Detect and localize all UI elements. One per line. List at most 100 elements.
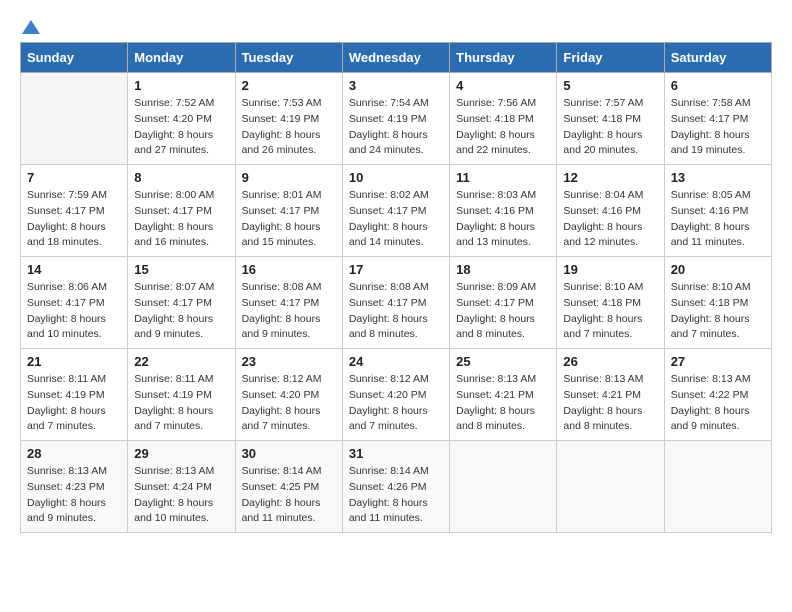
day-info: Sunrise: 8:10 AMSunset: 4:18 PMDaylight:… xyxy=(563,280,657,343)
col-header-friday: Friday xyxy=(557,43,664,73)
calendar-cell: 13 Sunrise: 8:05 AMSunset: 4:16 PMDayligh… xyxy=(664,165,771,257)
day-number: 21 xyxy=(27,354,121,369)
day-number: 23 xyxy=(242,354,336,369)
day-info: Sunrise: 7:54 AMSunset: 4:19 PMDaylight:… xyxy=(349,96,443,159)
calendar-cell xyxy=(450,441,557,533)
week-row-2: 7 Sunrise: 7:59 AMSunset: 4:17 PMDaylight… xyxy=(21,165,772,257)
calendar-cell: 28 Sunrise: 8:13 AMSunset: 4:23 PMDayligh… xyxy=(21,441,128,533)
calendar-cell: 9Sunrise: 8:01 AMSunset: 4:17 PMDaylight… xyxy=(235,165,342,257)
day-number: 5 xyxy=(563,78,657,93)
day-number: 7 xyxy=(27,170,121,185)
day-info: Sunrise: 8:10 AMSunset: 4:18 PMDaylight:… xyxy=(671,280,765,343)
day-info: Sunrise: 8:01 AMSunset: 4:17 PMDaylight:… xyxy=(242,188,336,251)
calendar-cell: 10Sunrise: 8:02 AMSunset: 4:17 PMDayligh… xyxy=(342,165,449,257)
calendar-cell xyxy=(664,441,771,533)
day-info: Sunrise: 7:58 AMSunset: 4:17 PMDaylight:… xyxy=(671,96,765,159)
day-info: Sunrise: 8:11 AMSunset: 4:19 PMDaylight:… xyxy=(134,372,228,435)
calendar-cell: 4 Sunrise: 7:56 AMSunset: 4:18 PMDaylight… xyxy=(450,73,557,165)
calendar-cell: 22 Sunrise: 8:11 AMSunset: 4:19 PMDayligh… xyxy=(128,349,235,441)
calendar-cell: 30 Sunrise: 8:14 AMSunset: 4:25 PMDayligh… xyxy=(235,441,342,533)
calendar-cell: 18 Sunrise: 8:09 AMSunset: 4:17 PMDayligh… xyxy=(450,257,557,349)
day-info: Sunrise: 7:52 AMSunset: 4:20 PMDaylight:… xyxy=(134,96,228,159)
calendar-cell: 29 Sunrise: 8:13 AMSunset: 4:24 PMDayligh… xyxy=(128,441,235,533)
day-number: 15 xyxy=(134,262,228,277)
day-info: Sunrise: 8:05 AMSunset: 4:16 PMDaylight:… xyxy=(671,188,765,251)
week-row-4: 21 Sunrise: 8:11 AMSunset: 4:19 PMDayligh… xyxy=(21,349,772,441)
day-info: Sunrise: 8:11 AMSunset: 4:19 PMDaylight:… xyxy=(27,372,121,435)
day-number: 28 xyxy=(27,446,121,461)
day-number: 31 xyxy=(349,446,443,461)
day-info: Sunrise: 8:14 AMSunset: 4:26 PMDaylight:… xyxy=(349,464,443,527)
day-number: 17 xyxy=(349,262,443,277)
calendar-cell xyxy=(21,73,128,165)
day-info: Sunrise: 8:08 AMSunset: 4:17 PMDaylight:… xyxy=(349,280,443,343)
col-header-wednesday: Wednesday xyxy=(342,43,449,73)
day-info: Sunrise: 8:13 AMSunset: 4:23 PMDaylight:… xyxy=(27,464,121,527)
day-number: 19 xyxy=(563,262,657,277)
day-number: 30 xyxy=(242,446,336,461)
col-header-saturday: Saturday xyxy=(664,43,771,73)
col-header-sunday: Sunday xyxy=(21,43,128,73)
day-number: 18 xyxy=(456,262,550,277)
calendar-cell: 15Sunrise: 8:07 AMSunset: 4:17 PMDayligh… xyxy=(128,257,235,349)
day-number: 4 xyxy=(456,78,550,93)
day-number: 2 xyxy=(242,78,336,93)
day-number: 8 xyxy=(134,170,228,185)
calendar-cell: 11 Sunrise: 8:03 AMSunset: 4:16 PMDayligh… xyxy=(450,165,557,257)
day-number: 29 xyxy=(134,446,228,461)
day-number: 24 xyxy=(349,354,443,369)
calendar-cell: 6 Sunrise: 7:58 AMSunset: 4:17 PMDaylight… xyxy=(664,73,771,165)
col-header-monday: Monday xyxy=(128,43,235,73)
day-number: 13 xyxy=(671,170,765,185)
calendar-cell: 3 Sunrise: 7:54 AMSunset: 4:19 PMDaylight… xyxy=(342,73,449,165)
day-number: 3 xyxy=(349,78,443,93)
day-info: Sunrise: 8:13 AMSunset: 4:22 PMDaylight:… xyxy=(671,372,765,435)
col-header-thursday: Thursday xyxy=(450,43,557,73)
week-row-3: 14Sunrise: 8:06 AMSunset: 4:17 PMDayligh… xyxy=(21,257,772,349)
day-info: Sunrise: 7:53 AMSunset: 4:19 PMDaylight:… xyxy=(242,96,336,159)
calendar-cell: 16Sunrise: 8:08 AMSunset: 4:17 PMDayligh… xyxy=(235,257,342,349)
calendar-cell: 31 Sunrise: 8:14 AMSunset: 4:26 PMDayligh… xyxy=(342,441,449,533)
day-number: 26 xyxy=(563,354,657,369)
day-number: 1 xyxy=(134,78,228,93)
day-info: Sunrise: 8:08 AMSunset: 4:17 PMDaylight:… xyxy=(242,280,336,343)
day-number: 22 xyxy=(134,354,228,369)
day-info: Sunrise: 7:59 AMSunset: 4:17 PMDaylight:… xyxy=(27,188,121,251)
calendar-cell: 27 Sunrise: 8:13 AMSunset: 4:22 PMDayligh… xyxy=(664,349,771,441)
calendar-cell: 5 Sunrise: 7:57 AMSunset: 4:18 PMDaylight… xyxy=(557,73,664,165)
calendar-cell xyxy=(557,441,664,533)
calendar-cell: 12Sunrise: 8:04 AMSunset: 4:16 PMDayligh… xyxy=(557,165,664,257)
col-header-tuesday: Tuesday xyxy=(235,43,342,73)
calendar-cell: 25Sunrise: 8:13 AMSunset: 4:21 PMDayligh… xyxy=(450,349,557,441)
day-info: Sunrise: 7:56 AMSunset: 4:18 PMDaylight:… xyxy=(456,96,550,159)
calendar-cell: 23 Sunrise: 8:12 AMSunset: 4:20 PMDayligh… xyxy=(235,349,342,441)
day-number: 12 xyxy=(563,170,657,185)
calendar-table: SundayMondayTuesdayWednesdayThursdayFrid… xyxy=(20,42,772,533)
day-number: 27 xyxy=(671,354,765,369)
day-info: Sunrise: 8:00 AMSunset: 4:17 PMDaylight:… xyxy=(134,188,228,251)
day-info: Sunrise: 8:12 AMSunset: 4:20 PMDaylight:… xyxy=(349,372,443,435)
day-info: Sunrise: 8:12 AMSunset: 4:20 PMDaylight:… xyxy=(242,372,336,435)
day-info: Sunrise: 8:13 AMSunset: 4:24 PMDaylight:… xyxy=(134,464,228,527)
day-info: Sunrise: 8:09 AMSunset: 4:17 PMDaylight:… xyxy=(456,280,550,343)
day-info: Sunrise: 8:02 AMSunset: 4:17 PMDaylight:… xyxy=(349,188,443,251)
day-number: 11 xyxy=(456,170,550,185)
day-number: 25 xyxy=(456,354,550,369)
calendar-cell: 19 Sunrise: 8:10 AMSunset: 4:18 PMDayligh… xyxy=(557,257,664,349)
calendar-cell: 7 Sunrise: 7:59 AMSunset: 4:17 PMDaylight… xyxy=(21,165,128,257)
day-info: Sunrise: 8:13 AMSunset: 4:21 PMDaylight:… xyxy=(563,372,657,435)
day-number: 6 xyxy=(671,78,765,93)
day-number: 14 xyxy=(27,262,121,277)
week-row-1: 1 Sunrise: 7:52 AMSunset: 4:20 PMDaylight… xyxy=(21,73,772,165)
calendar-cell: 17 Sunrise: 8:08 AMSunset: 4:17 PMDayligh… xyxy=(342,257,449,349)
day-info: Sunrise: 8:14 AMSunset: 4:25 PMDaylight:… xyxy=(242,464,336,527)
calendar-cell: 26 Sunrise: 8:13 AMSunset: 4:21 PMDayligh… xyxy=(557,349,664,441)
calendar-cell: 1 Sunrise: 7:52 AMSunset: 4:20 PMDaylight… xyxy=(128,73,235,165)
logo-icon xyxy=(22,20,40,34)
day-number: 20 xyxy=(671,262,765,277)
day-info: Sunrise: 7:57 AMSunset: 4:18 PMDaylight:… xyxy=(563,96,657,159)
page-header xyxy=(20,20,772,32)
logo xyxy=(20,20,40,32)
day-info: Sunrise: 8:03 AMSunset: 4:16 PMDaylight:… xyxy=(456,188,550,251)
week-row-5: 28 Sunrise: 8:13 AMSunset: 4:23 PMDayligh… xyxy=(21,441,772,533)
